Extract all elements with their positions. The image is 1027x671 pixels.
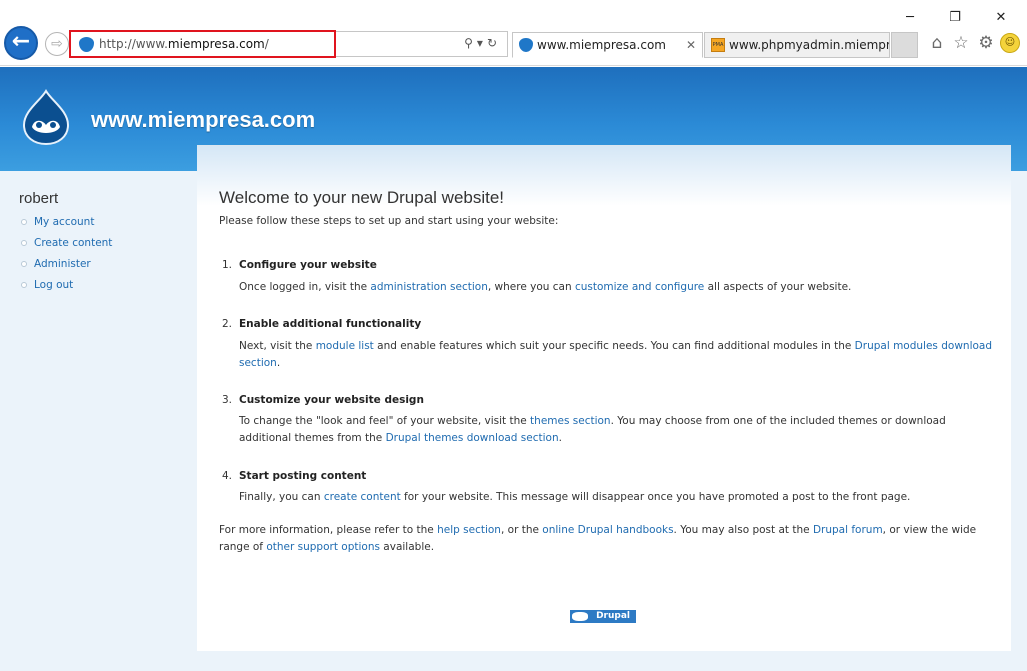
text: , where you can [487,281,575,293]
phpmyadmin-favicon-icon: PMA [711,38,725,52]
main-content: Welcome to your new Drupal website! Plea… [197,145,1011,651]
sidebar: robert My account Create content Adminis… [0,171,197,671]
text: all aspects of your website. [704,281,852,293]
tab-phpmyadmin[interactable]: PMA www.phpmyadmin.miempr... [704,32,890,58]
step-title: Start posting content [239,470,367,482]
badge-label: Drupal [596,611,630,621]
handbooks-link[interactable]: online Drupal handbooks [542,524,673,536]
customize-configure-link[interactable]: customize and configure [575,281,704,293]
step-title: Customize your website design [239,394,424,406]
step-number: 1. [222,259,233,271]
dropdown-icon[interactable]: ▾ [477,36,487,50]
text: . [276,357,281,369]
sidebar-item-log-out: Log out [20,279,112,300]
step-text: Next, visit the module list and enable f… [239,338,999,372]
sidebar-username: robert [19,190,59,207]
refresh-icon[interactable]: ↻ [487,36,501,50]
sidebar-item-my-account: My account [20,216,112,237]
drupal-drop-icon [572,612,588,621]
step-title: Enable additional functionality [239,318,422,330]
tab-label: www.phpmyadmin.miempr... [729,38,890,52]
text: To change the "look and feel" of your we… [239,415,531,427]
tab-miempresa[interactable]: www.miempresa.com ✕ [512,32,703,58]
text: Once logged in, visit the [239,281,371,293]
arrow-left-icon: ← [11,29,31,54]
create-content-link[interactable]: create content [324,491,401,503]
drupal-forum-link[interactable]: Drupal forum [813,524,883,536]
favorites-star-icon[interactable]: ☆ [950,32,972,54]
text: For more information, please refer to th… [219,524,438,536]
tab-label: www.miempresa.com [537,38,666,52]
themes-section-link[interactable]: themes section [530,415,611,427]
step-number: 2. [222,318,233,330]
administer-link[interactable]: Administer [34,258,91,270]
arrow-right-icon: ⇨ [51,36,63,52]
powered-by-drupal-badge[interactable]: Drupal [570,610,636,623]
step-title: Configure your website [239,259,377,271]
search-icon[interactable]: ⚲ [464,36,477,50]
drupal-favicon-icon [519,38,533,52]
close-tab-icon[interactable]: ✕ [686,33,696,57]
module-list-link[interactable]: module list [316,340,374,352]
text: Next, visit the [239,340,316,352]
text: , or the [500,524,543,536]
step-text: Once logged in, visit the administration… [239,279,999,296]
browser-chrome: ─ ❐ ✕ ← ⇨ http://www.miempresa.com/ ⚲▾↻ … [0,0,1027,66]
site-name[interactable]: www.miempresa.com [91,107,315,133]
help-section-link[interactable]: help section [437,524,501,536]
text: available. [379,541,435,553]
page-title: Welcome to your new Drupal website! [219,188,505,207]
address-tools: ⚲▾↻ [464,36,501,50]
text: and enable features which suit your spec… [373,340,855,352]
themes-download-link[interactable]: Drupal themes download section [386,432,559,444]
minimize-button[interactable]: ─ [895,8,925,28]
log-out-link[interactable]: Log out [34,279,73,291]
gear-icon[interactable]: ⚙ [975,32,997,54]
forward-button[interactable]: ⇨ [45,32,69,56]
text: . You may also post at the [673,524,813,536]
text: for your website. This message will disa… [400,491,911,503]
restore-button[interactable]: ❐ [940,8,970,28]
new-tab-button[interactable] [891,32,918,58]
administration-section-link[interactable]: administration section [370,281,487,293]
step-text: Finally, you can create content for your… [239,489,999,506]
text: Finally, you can [239,491,324,503]
sidebar-item-create-content: Create content [20,237,112,258]
create-content-link[interactable]: Create content [34,237,112,249]
text: . [558,432,562,444]
intro-text: Please follow these steps to set up and … [219,215,559,227]
support-options-link[interactable]: other support options [266,541,380,553]
feedback-smiley-icon[interactable]: ☺ [1000,33,1020,53]
drupal-logo-icon[interactable] [22,89,70,145]
sidebar-item-administer: Administer [20,258,112,279]
sidebar-menu: My account Create content Administer Log… [20,216,112,300]
close-window-button[interactable]: ✕ [986,8,1016,28]
step-number: 4. [222,470,233,482]
back-button[interactable]: ← [4,26,38,60]
home-icon[interactable]: ⌂ [926,32,948,54]
address-highlight-box [69,30,336,58]
my-account-link[interactable]: My account [34,216,94,228]
step-number: 3. [222,394,233,406]
step-text: To change the "look and feel" of your we… [239,413,999,447]
more-info-text: For more information, please refer to th… [219,522,989,556]
